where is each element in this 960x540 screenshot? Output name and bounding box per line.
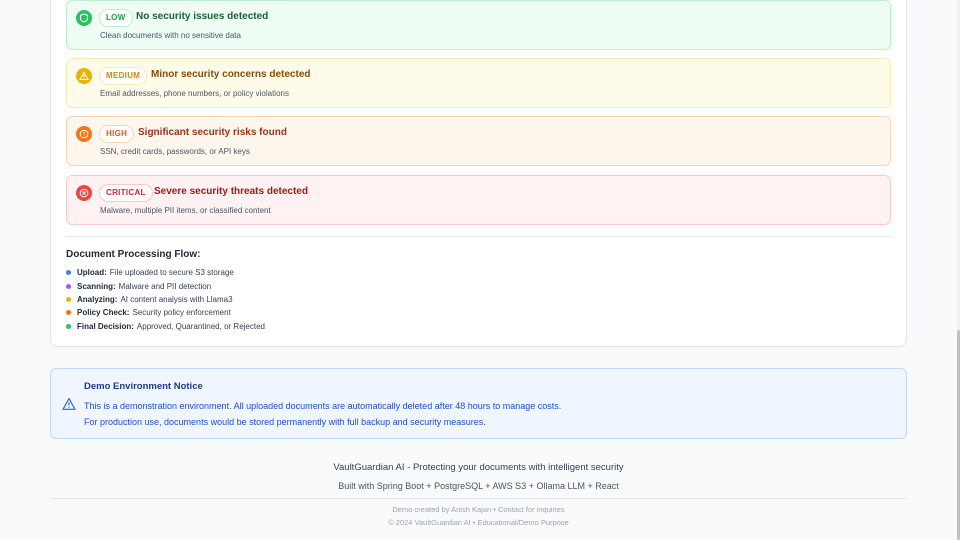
risk-title: No security issues detected xyxy=(136,11,269,22)
risk-description: Email addresses, phone numbers, or polic… xyxy=(100,89,289,98)
notice-text: For production use, documents would be s… xyxy=(84,417,486,427)
warning-triangle-icon xyxy=(62,397,76,410)
bullet-dot xyxy=(66,283,71,289)
risk-badge: MEDIUM xyxy=(99,67,148,85)
processing-flow-list: Upload: File uploaded to secure S3 stora… xyxy=(66,266,265,333)
risk-description: Malware, multiple PII items, or classifi… xyxy=(100,206,271,215)
flow-heading: Document Processing Flow: xyxy=(66,249,201,260)
risk-level-critical: CRITICAL Severe security threats detecte… xyxy=(66,175,891,225)
footer-divider xyxy=(50,498,907,499)
risk-title: Severe security threats detected xyxy=(154,186,308,197)
footer-credit[interactable]: Demo created by Anish Kajan • Contact fo… xyxy=(0,505,957,514)
footer-copyright: © 2024 VaultGuardian AI • Educational/De… xyxy=(388,518,569,527)
bullet-dot xyxy=(66,310,71,316)
flow-step-text: Malware and PII detection xyxy=(118,281,212,291)
notice-text: This is a demonstration environment. All… xyxy=(84,401,562,411)
flow-step-text: Security policy enforcement xyxy=(132,308,231,318)
notice-title: Demo Environment Notice xyxy=(84,381,203,392)
flow-step-text: AI content analysis with Llama3 xyxy=(120,294,233,304)
risk-level-medium: MEDIUM Minor security concerns detected … xyxy=(66,58,891,108)
risk-description: Clean documents with no sensitive data xyxy=(100,31,241,40)
risk-title: Significant security risks found xyxy=(138,127,287,138)
flow-step: Final Decision: Approved, Quarantined, o… xyxy=(66,320,265,333)
risk-level-low: LOW No security issues detected Clean do… xyxy=(66,0,891,50)
demo-notice: Demo Environment Notice This is a demons… xyxy=(50,368,907,439)
footer-tech-stack: Built with Spring Boot + PostgreSQL + AW… xyxy=(338,481,619,491)
flow-step: Policy Check: Security policy enforcemen… xyxy=(66,306,265,319)
risk-description: SSN, credit cards, passwords, or API key… xyxy=(100,147,250,156)
flow-step: Upload: File uploaded to secure S3 stora… xyxy=(66,266,265,279)
bullet-dot xyxy=(66,296,71,302)
flow-step-name: Analyzing: xyxy=(77,294,118,304)
risk-level-high: HIGH Significant security risks found SS… xyxy=(66,116,891,166)
flow-step-name: Upload: xyxy=(77,268,107,278)
risk-title: Minor security concerns detected xyxy=(151,69,311,80)
flow-step-name: Final Decision: xyxy=(77,321,134,331)
flow-step: Scanning: Malware and PII detection xyxy=(66,279,265,292)
risk-badge: LOW xyxy=(99,9,133,27)
bullet-dot xyxy=(66,270,71,276)
flow-step-name: Scanning: xyxy=(77,281,116,291)
flow-step-text: File uploaded to secure S3 storage xyxy=(109,268,234,278)
warning-triangle-icon xyxy=(76,68,92,84)
footer-tagline: VaultGuardian AI - Protecting your docum… xyxy=(333,462,624,473)
flow-step-name: Policy Check: xyxy=(77,308,130,318)
divider xyxy=(66,236,891,237)
flow-step-text: Approved, Quarantined, or Rejected xyxy=(136,321,265,331)
risk-badge: CRITICAL xyxy=(99,184,153,202)
flow-step: Analyzing: AI content analysis with Llam… xyxy=(66,293,265,306)
alert-circle-icon xyxy=(76,126,92,142)
shield-check-icon xyxy=(76,10,92,26)
x-circle-icon xyxy=(76,185,92,201)
bullet-dot xyxy=(66,323,71,329)
risk-badge: HIGH xyxy=(99,125,135,143)
